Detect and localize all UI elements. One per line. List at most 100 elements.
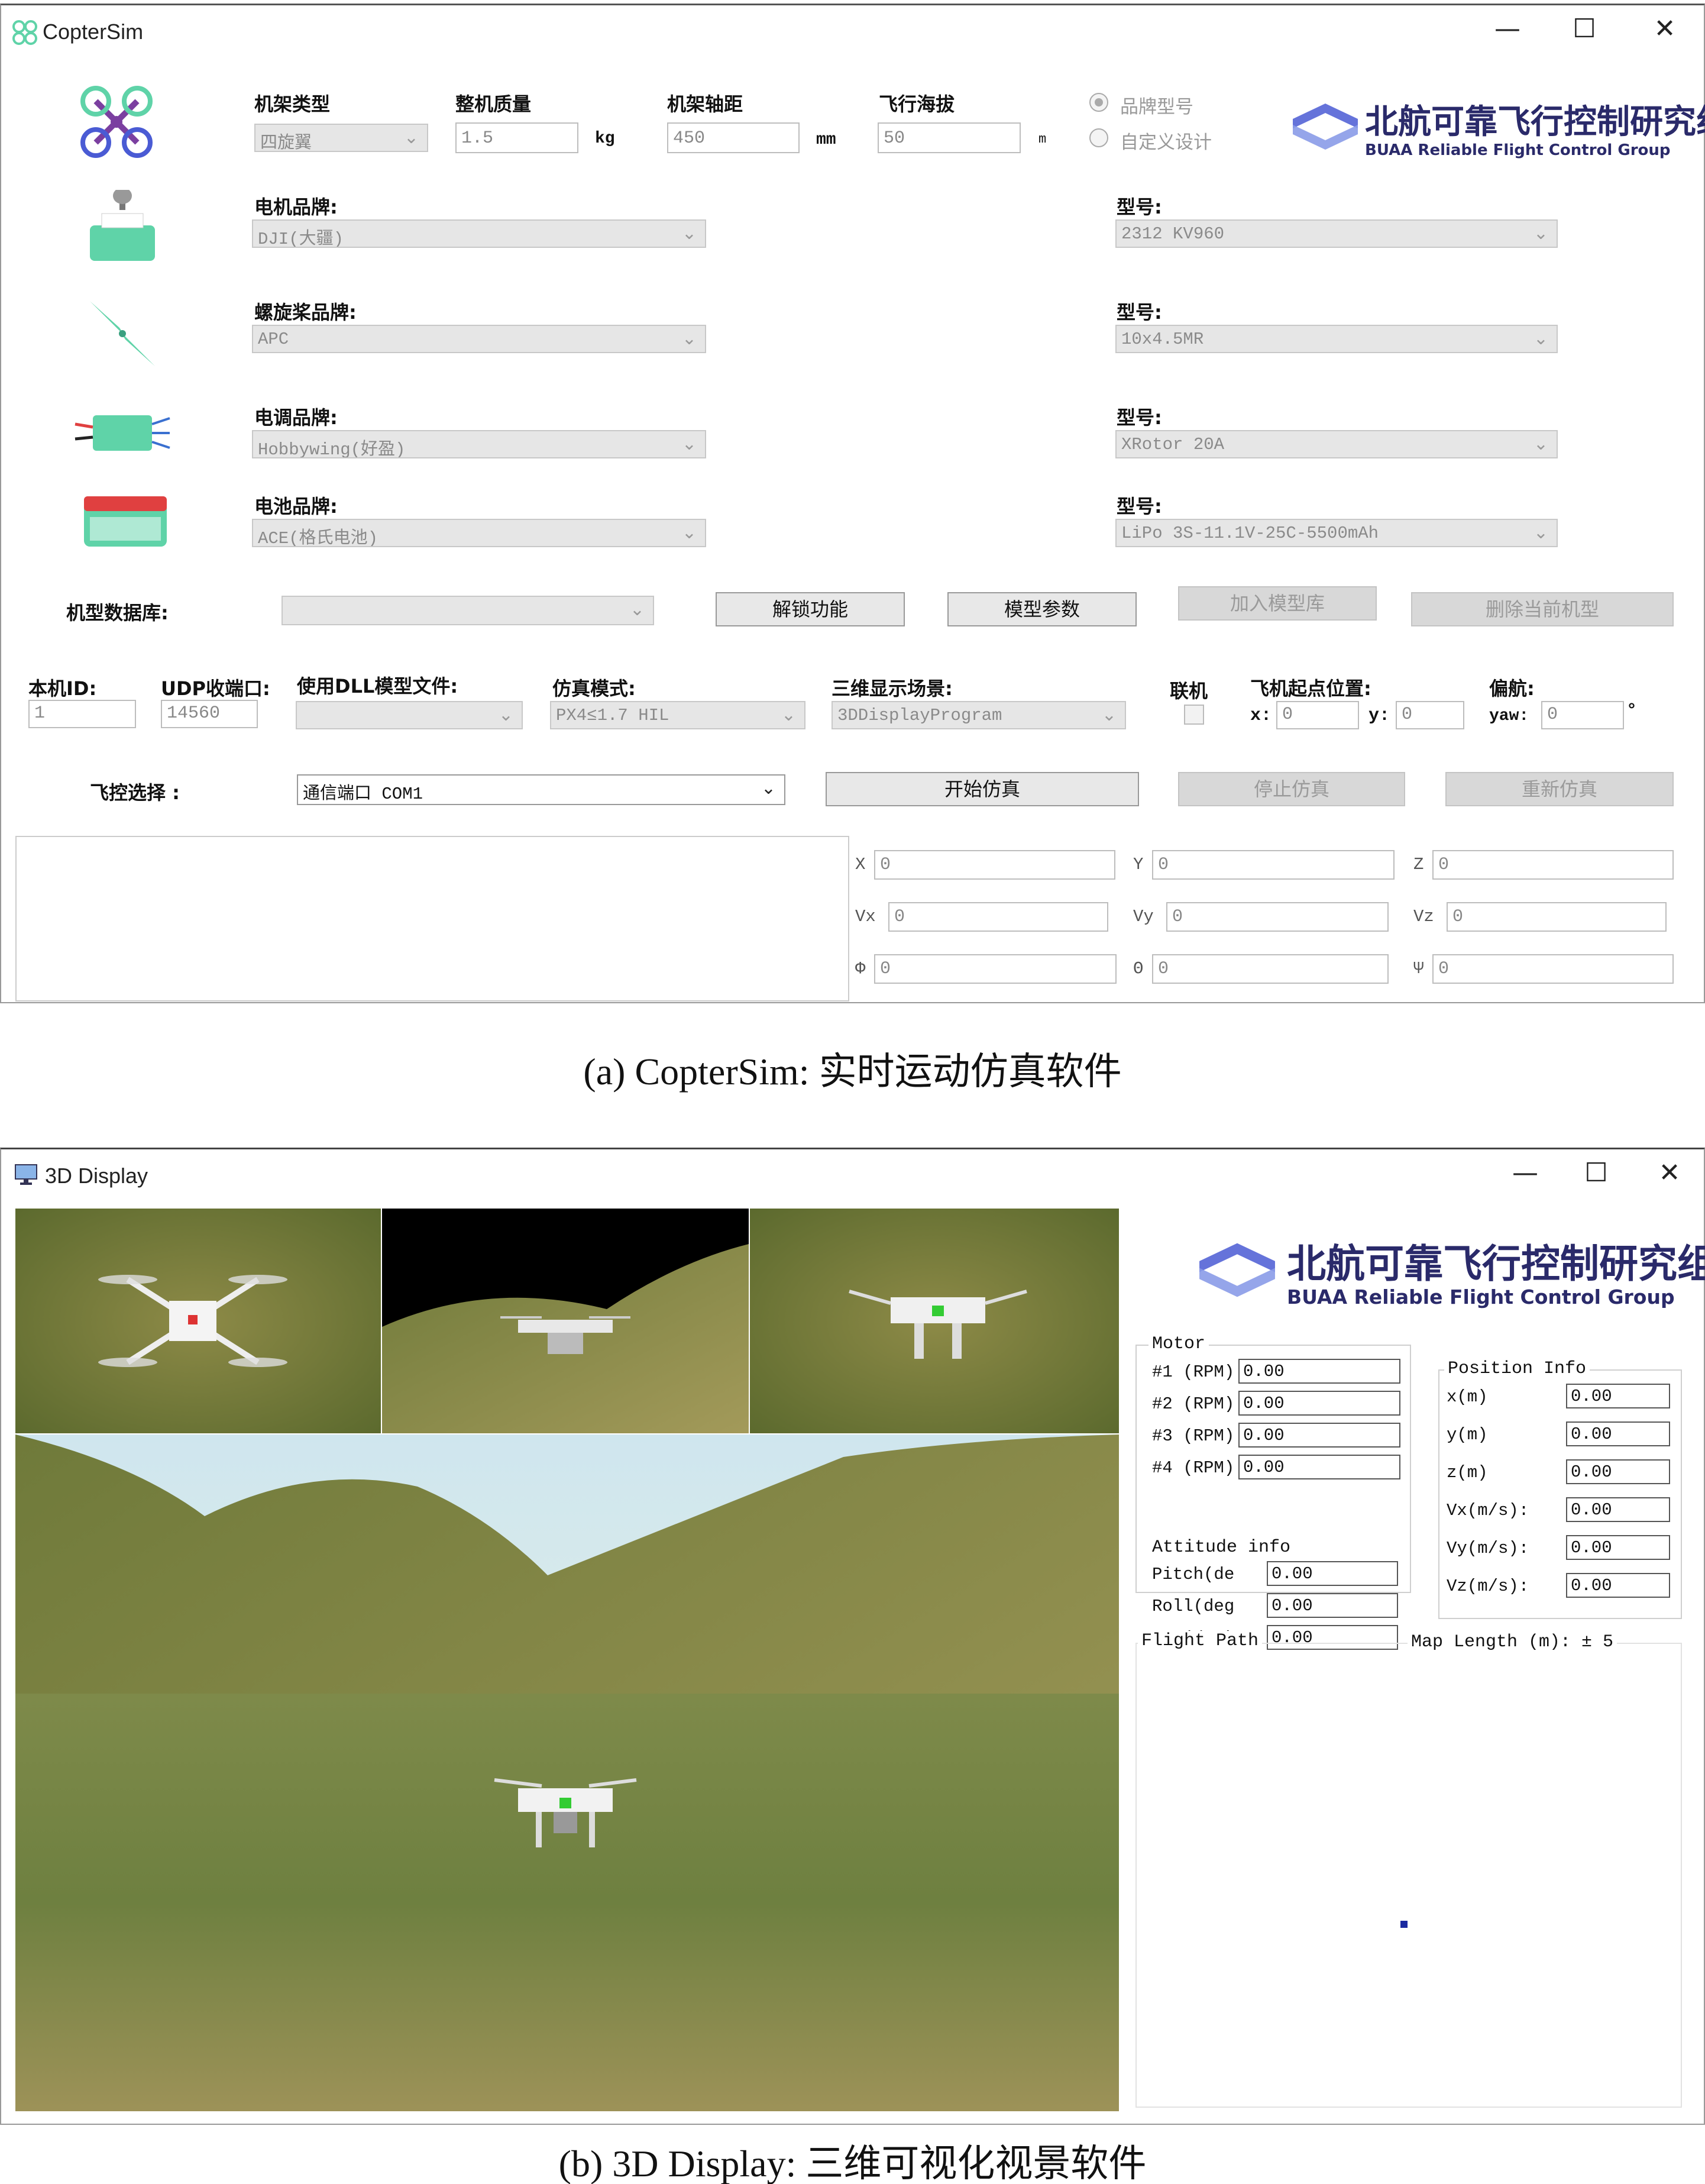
yaw-degree-unit: ° bbox=[1626, 701, 1638, 721]
delete-model-button[interactable]: 删除当前机型 bbox=[1411, 592, 1674, 626]
info-value-field[interactable]: 0.00 bbox=[1566, 1459, 1670, 1484]
state-value-field[interactable]: 0 bbox=[874, 954, 1117, 984]
yaw-sub-label: yaw: bbox=[1489, 707, 1529, 725]
info-key-label: Roll(deg bbox=[1152, 1597, 1235, 1616]
chevron-down-icon: ⌄ bbox=[781, 705, 796, 725]
start-y-label: y: bbox=[1368, 706, 1390, 726]
yaw-label: 偏航: bbox=[1489, 677, 1535, 700]
info-value-field[interactable]: 0.00 bbox=[1267, 1561, 1398, 1586]
esc-brand-select[interactable]: Hobbywing(好盈) ⌄ bbox=[252, 430, 706, 458]
start-sim-button[interactable]: 开始仿真 bbox=[826, 772, 1139, 806]
mass-input[interactable]: 1.5 bbox=[455, 122, 578, 153]
motor-icon bbox=[90, 190, 155, 261]
close-button[interactable]: ✕ bbox=[1649, 1158, 1690, 1188]
propeller-model-select[interactable]: 10x4.5MR ⌄ bbox=[1115, 325, 1558, 353]
yaw-input[interactable]: 0 bbox=[1541, 701, 1624, 729]
chevron-down-icon: ⌄ bbox=[403, 127, 419, 148]
state-value-field[interactable]: 0 bbox=[874, 850, 1115, 880]
model-params-button[interactable]: 模型参数 bbox=[947, 592, 1137, 626]
brand-model-radio[interactable] bbox=[1089, 93, 1108, 112]
custom-design-label: 自定义设计 bbox=[1120, 132, 1212, 153]
info-key-label: Pitch(de bbox=[1152, 1565, 1235, 1584]
online-label: 联机 bbox=[1170, 680, 1208, 702]
state-value-field[interactable]: 0 bbox=[1152, 850, 1395, 880]
restart-sim-button[interactable]: 重新仿真 bbox=[1445, 772, 1674, 806]
motor-model-select[interactable]: 2312 KV960 ⌄ bbox=[1115, 219, 1558, 248]
online-checkbox[interactable] bbox=[1184, 705, 1204, 725]
monitor-app-icon bbox=[15, 1164, 37, 1185]
state-value-field[interactable]: 0 bbox=[1447, 902, 1667, 932]
wheelbase-input[interactable]: 450 bbox=[667, 122, 800, 153]
vehicle-id-input[interactable]: 1 bbox=[28, 700, 136, 728]
esc-brand-value: Hobbywing(好盈) bbox=[258, 440, 406, 458]
esc-model-select[interactable]: XRotor 20A ⌄ bbox=[1115, 430, 1558, 458]
info-value-field[interactable]: 0.00 bbox=[1238, 1359, 1400, 1384]
minimize-button[interactable]: — bbox=[1505, 1158, 1546, 1188]
battery-model-select[interactable]: LiPo 3S-11.1V-25C-5500mAh ⌄ bbox=[1115, 519, 1558, 547]
info-value-field[interactable]: 0.00 bbox=[1566, 1497, 1670, 1522]
start-y-input[interactable]: 0 bbox=[1396, 701, 1464, 729]
udp-port-label: UDP收端口: bbox=[161, 677, 270, 700]
info-value-field[interactable]: 0.00 bbox=[1566, 1535, 1670, 1560]
coptersim-window: CopterSim — ☐ ✕ 机架类型 四旋翼 ⌄ 整机质量 1.5 kg 机架… bbox=[0, 4, 1705, 1003]
state-value-field[interactable]: 0 bbox=[888, 902, 1108, 932]
state-key-label: Θ bbox=[1133, 959, 1144, 978]
info-value-field[interactable]: 0.00 bbox=[1238, 1391, 1400, 1416]
udp-port-input[interactable]: 14560 bbox=[161, 700, 258, 728]
sim-mode-value: PX4≤1.7 HIL bbox=[556, 706, 669, 725]
state-value-field[interactable]: 0 bbox=[1166, 902, 1389, 932]
start-x-input[interactable]: 0 bbox=[1276, 701, 1359, 729]
motor-brand-select[interactable]: DJI(大疆) ⌄ bbox=[252, 219, 706, 248]
info-key-label: Vz(m/s): bbox=[1447, 1576, 1529, 1596]
maximize-button[interactable]: ☐ bbox=[1575, 1158, 1617, 1188]
maximize-button[interactable]: ☐ bbox=[1564, 14, 1605, 44]
coptersim-window-title: CopterSim bbox=[43, 20, 144, 44]
stop-sim-button[interactable]: 停止仿真 bbox=[1178, 772, 1405, 806]
3d-scene-select[interactable]: 3DDisplayProgram ⌄ bbox=[832, 701, 1126, 729]
state-key-label: Y bbox=[1133, 855, 1144, 874]
wheelbase-unit: mm bbox=[816, 131, 836, 149]
altitude-input[interactable]: 50 bbox=[878, 122, 1021, 153]
info-value-field[interactable]: 0.00 bbox=[1238, 1423, 1400, 1448]
info-value-field[interactable]: 0.00 bbox=[1566, 1421, 1670, 1446]
fc-port-select[interactable]: 通信端口 COM1 ⌄ bbox=[297, 774, 785, 805]
front-view-panel bbox=[750, 1209, 1119, 1433]
info-value-field[interactable]: 0.00 bbox=[1267, 1593, 1398, 1618]
unlock-button[interactable]: 解锁功能 bbox=[716, 592, 905, 626]
3d-viewport[interactable] bbox=[15, 1209, 1119, 2111]
sim-mode-select[interactable]: PX4≤1.7 HIL ⌄ bbox=[550, 701, 805, 729]
buaa-chevron-icon bbox=[1199, 1243, 1275, 1297]
vehicle-position-marker bbox=[1400, 1921, 1408, 1928]
info-key-label: z(m) bbox=[1447, 1463, 1488, 1482]
battery-model-value: LiPo 3S-11.1V-25C-5500mAh bbox=[1121, 524, 1379, 543]
add-to-database-button[interactable]: 加入模型库 bbox=[1178, 586, 1377, 621]
info-value-field[interactable]: 0.00 bbox=[1566, 1573, 1670, 1598]
battery-brand-select[interactable]: ACE(格氏电池) ⌄ bbox=[252, 519, 706, 547]
frame-type-select[interactable]: 四旋翼 ⌄ bbox=[254, 124, 428, 152]
flight-path-panel[interactable] bbox=[1135, 1643, 1682, 2108]
model-database-label: 机型数据库: bbox=[66, 602, 169, 624]
state-value-field[interactable]: 0 bbox=[1432, 850, 1674, 880]
flight-path-title: Flight Path bbox=[1138, 1631, 1263, 1651]
state-value-field[interactable]: 0 bbox=[1152, 954, 1389, 984]
logo-en-text: BUAA Reliable Flight Control Group bbox=[1365, 141, 1671, 159]
close-button[interactable]: ✕ bbox=[1644, 14, 1685, 44]
dll-model-label: 使用DLL模型文件: bbox=[297, 675, 458, 697]
logo-en-text: BUAA Reliable Flight Control Group bbox=[1287, 1285, 1675, 1309]
caption-b: (b) 3D Display: 三维可视化视景软件 bbox=[558, 2143, 1147, 2184]
info-key-label: Vy(m/s): bbox=[1447, 1539, 1529, 1558]
minimize-button[interactable]: — bbox=[1487, 14, 1528, 44]
chevron-down-icon: ⌄ bbox=[681, 328, 697, 349]
model-database-select[interactable]: ⌄ bbox=[282, 596, 654, 625]
battery-brand-label: 电池品牌: bbox=[254, 495, 338, 518]
propeller-brand-select[interactable]: APC ⌄ bbox=[252, 325, 706, 353]
custom-design-radio[interactable] bbox=[1089, 128, 1108, 147]
log-panel[interactable] bbox=[15, 836, 849, 1001]
attitude-group-title: Attitude info bbox=[1148, 1537, 1295, 1558]
state-value-field[interactable]: 0 bbox=[1432, 954, 1674, 984]
info-value-field[interactable]: 0.00 bbox=[1566, 1384, 1670, 1408]
dll-model-select[interactable]: ⌄ bbox=[296, 701, 523, 729]
esc-model-value: XRotor 20A bbox=[1121, 435, 1225, 454]
chevron-down-icon: ⌄ bbox=[1533, 328, 1548, 349]
info-value-field[interactable]: 0.00 bbox=[1238, 1455, 1400, 1479]
